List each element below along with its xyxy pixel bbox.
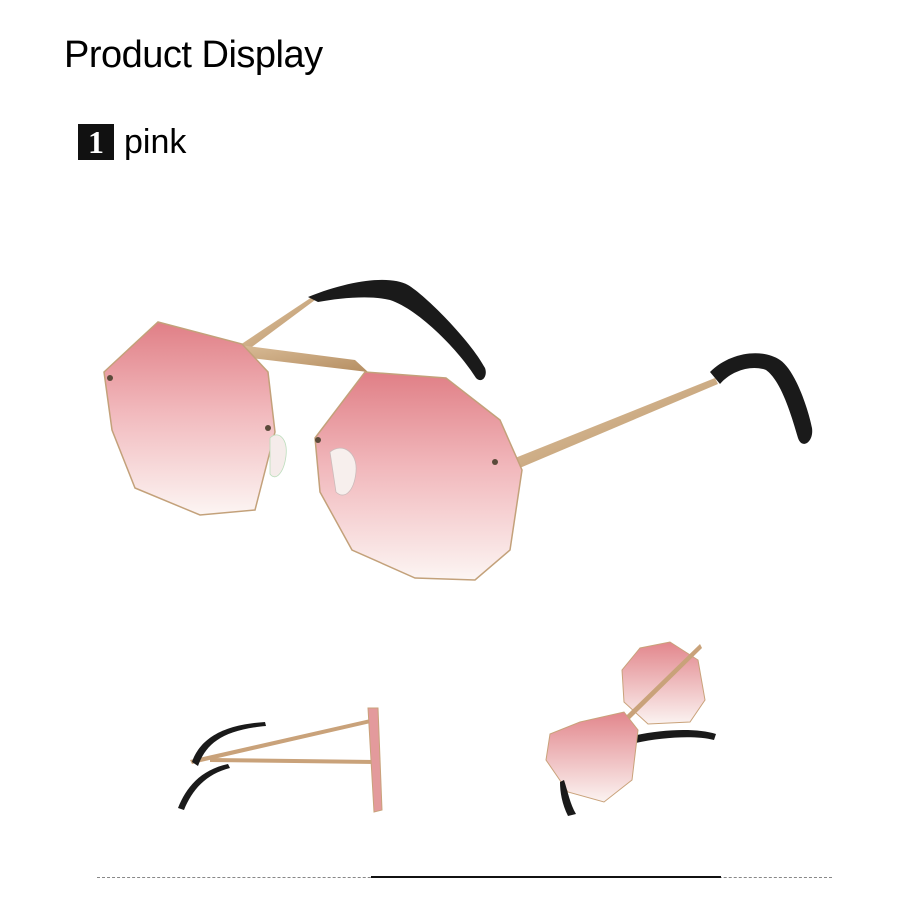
page-title: Product Display — [64, 34, 323, 76]
variant-color-name: pink — [124, 122, 187, 161]
section-divider — [97, 876, 832, 879]
product-angle-view-image — [545, 641, 716, 816]
variant-number-badge: 1 — [78, 124, 114, 160]
divider-solid-segment — [371, 876, 721, 878]
product-side-view-image — [178, 707, 383, 813]
product-main-image — [103, 279, 813, 581]
variant-label: 1 pink — [78, 122, 186, 162]
